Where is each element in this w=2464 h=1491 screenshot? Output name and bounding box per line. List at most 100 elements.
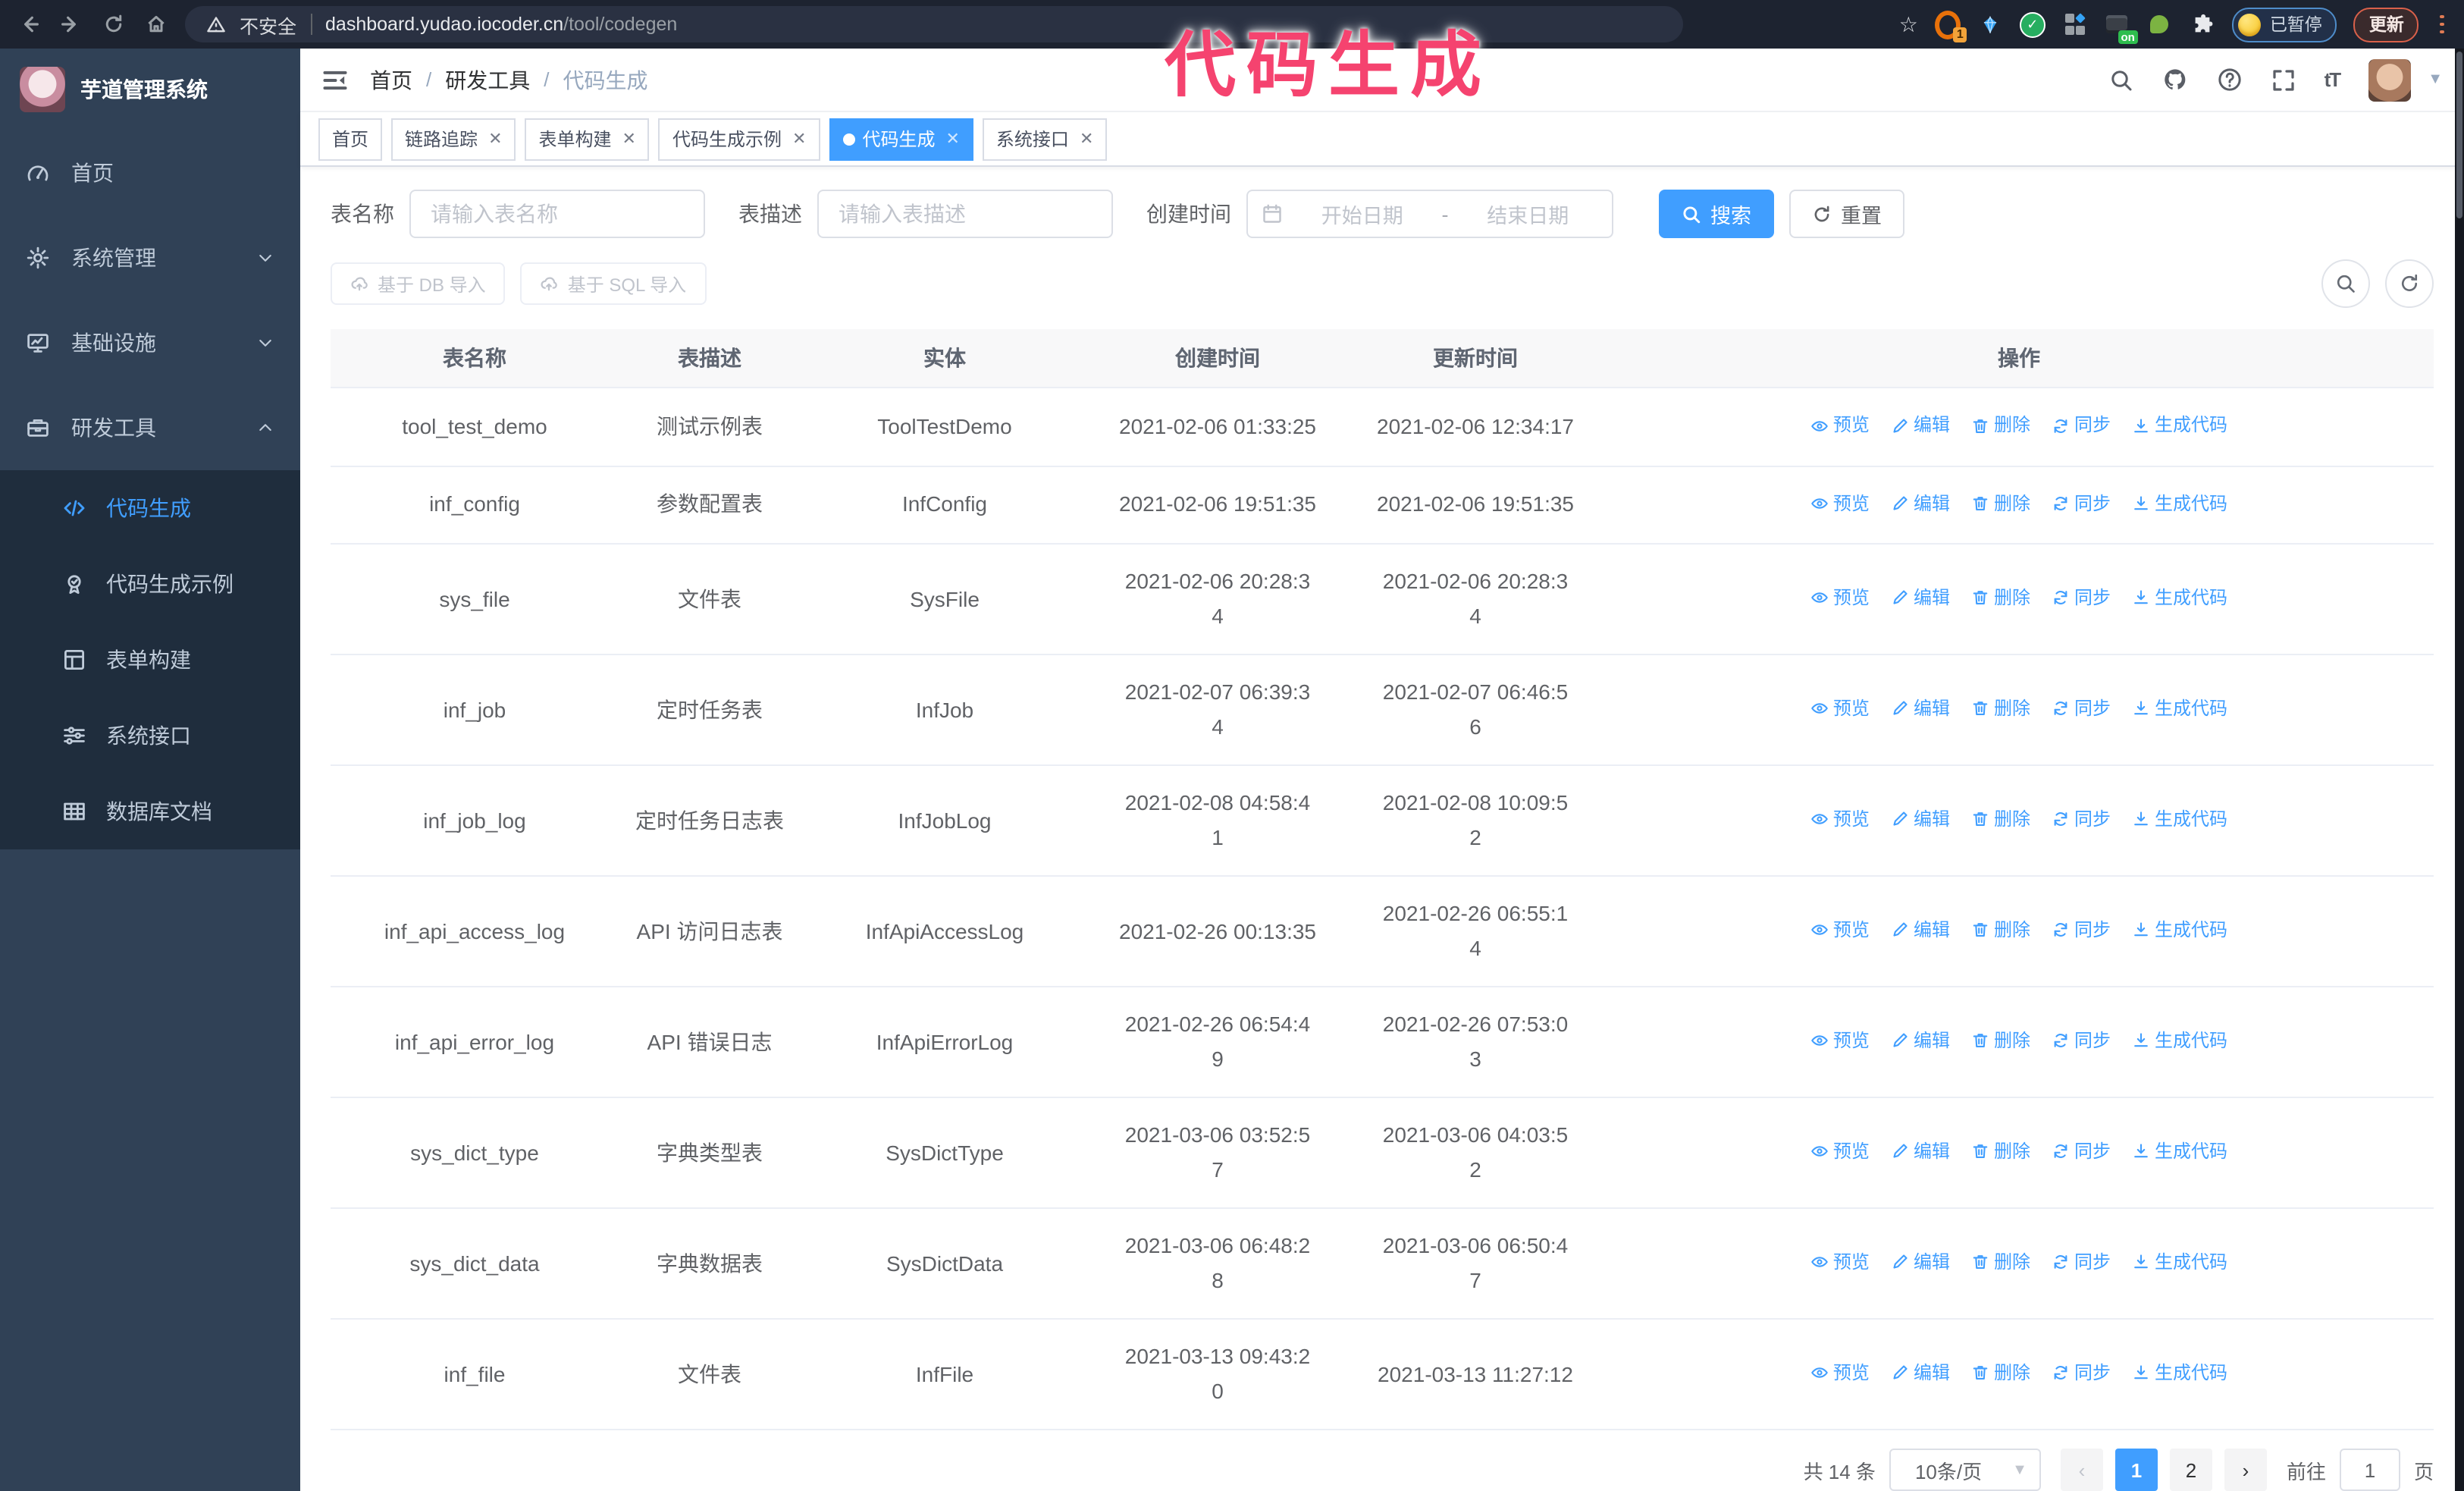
row-action-download[interactable]: 生成代码 (2132, 913, 2227, 948)
sidebar-subitem-1[interactable]: 代码生成示例 (0, 546, 300, 622)
row-action-sync[interactable]: 同步 (2052, 581, 2111, 616)
avatar[interactable] (2368, 58, 2412, 102)
header-search-icon[interactable] (2109, 67, 2133, 92)
close-icon[interactable]: ✕ (488, 129, 502, 149)
tab-3[interactable]: 代码生成示例 ✕ (658, 118, 820, 161)
sidebar-collapse-icon[interactable] (321, 66, 349, 93)
breadcrumb-devtools[interactable]: 研发工具 (445, 64, 530, 95)
search-button[interactable]: 搜索 (1659, 190, 1774, 238)
page-button-2[interactable]: 2 (2169, 1449, 2212, 1491)
row-action-download[interactable]: 生成代码 (2132, 408, 2227, 443)
reload-icon[interactable] (100, 14, 127, 35)
prev-page-button[interactable]: ‹ (2060, 1449, 2103, 1491)
row-action-eye[interactable]: 预览 (1810, 408, 1870, 443)
sidebar-subitem-2[interactable]: 表单构建 (0, 622, 300, 698)
extension-onoff-icon[interactable]: on (2105, 11, 2138, 43)
row-action-download[interactable]: 生成代码 (2132, 486, 2227, 521)
row-action-edit[interactable]: 编辑 (1891, 1024, 1950, 1059)
row-action-delete[interactable]: 删除 (1971, 1245, 2030, 1280)
row-action-delete[interactable]: 删除 (1971, 1356, 2030, 1391)
row-action-eye[interactable]: 预览 (1810, 581, 1870, 616)
fullscreen-icon[interactable] (2271, 67, 2296, 92)
page-scrollbar[interactable] (2455, 49, 2464, 1491)
row-action-delete[interactable]: 删除 (1971, 486, 2030, 521)
sidebar-item-0[interactable]: 首页 (0, 130, 300, 215)
row-action-delete[interactable]: 删除 (1971, 1135, 2030, 1169)
refresh-table-button[interactable] (2385, 259, 2434, 308)
sidebar-subitem-4[interactable]: 数据库文档 (0, 774, 300, 849)
forward-icon[interactable] (58, 14, 85, 35)
sidebar-subitem-0[interactable]: 代码生成 (0, 470, 300, 546)
app-logo[interactable]: 芋道管理系统 (0, 49, 300, 130)
extension-check-icon[interactable]: ✓ (2019, 11, 2045, 37)
row-action-download[interactable]: 生成代码 (2132, 692, 2227, 727)
date-range-picker[interactable]: 开始日期 - 结束日期 (1246, 190, 1613, 238)
bookmark-star-icon[interactable]: ☆ (1899, 11, 1918, 37)
close-icon[interactable]: ✕ (622, 129, 636, 149)
row-action-delete[interactable]: 删除 (1971, 913, 2030, 948)
extension-grid-icon[interactable] (2062, 11, 2088, 37)
import-sql-button[interactable]: 基于 SQL 导入 (520, 262, 707, 305)
row-action-eye[interactable]: 预览 (1810, 1135, 1870, 1169)
table-desc-input[interactable] (817, 190, 1113, 238)
reset-button[interactable]: 重置 (1789, 190, 1904, 238)
scrollbar-thumb[interactable] (2456, 52, 2462, 218)
row-action-download[interactable]: 生成代码 (2132, 1356, 2227, 1391)
row-action-edit[interactable]: 编辑 (1891, 913, 1950, 948)
extension-orange-icon[interactable]: 1 (1934, 10, 1967, 42)
page-button-1[interactable]: 1 (2114, 1449, 2158, 1491)
row-action-sync[interactable]: 同步 (2052, 1356, 2111, 1391)
url-bar[interactable]: 不安全 dashboard.yudao.iocoder.cn/tool/code… (185, 6, 1683, 42)
row-action-eye[interactable]: 预览 (1810, 486, 1870, 521)
help-icon[interactable] (2217, 67, 2243, 93)
toggle-search-button[interactable] (2321, 259, 2370, 308)
avatar-caret-icon[interactable]: ▼ (2428, 71, 2443, 88)
row-action-edit[interactable]: 编辑 (1891, 1135, 1950, 1169)
row-action-eye[interactable]: 预览 (1810, 692, 1870, 727)
extensions-puzzle-icon[interactable] (2190, 11, 2215, 37)
row-action-edit[interactable]: 编辑 (1891, 1245, 1950, 1280)
sidebar-subitem-3[interactable]: 系统接口 (0, 698, 300, 774)
table-name-input[interactable] (409, 190, 705, 238)
extension-gem-icon[interactable] (1977, 11, 2003, 37)
row-action-delete[interactable]: 删除 (1971, 408, 2030, 443)
tab-5[interactable]: 系统接口 ✕ (982, 118, 1108, 161)
sidebar-item-3[interactable]: 研发工具 (0, 385, 300, 470)
row-action-sync[interactable]: 同步 (2052, 913, 2111, 948)
row-action-eye[interactable]: 预览 (1810, 802, 1870, 837)
row-action-edit[interactable]: 编辑 (1891, 408, 1950, 443)
breadcrumb-home[interactable]: 首页 (370, 64, 412, 95)
row-action-delete[interactable]: 删除 (1971, 581, 2030, 616)
font-size-icon[interactable]: tT (2324, 68, 2342, 91)
tab-0[interactable]: 首页 (318, 118, 383, 161)
profile-chip[interactable]: 已暂停 (2231, 7, 2337, 42)
row-action-delete[interactable]: 删除 (1971, 692, 2030, 727)
extension-key-icon[interactable] (2147, 11, 2173, 37)
sidebar-item-2[interactable]: 基础设施 (0, 300, 300, 385)
row-action-sync[interactable]: 同步 (2052, 692, 2111, 727)
close-icon[interactable]: ✕ (1080, 129, 1093, 149)
row-action-eye[interactable]: 预览 (1810, 1024, 1870, 1059)
back-icon[interactable] (15, 14, 42, 35)
close-icon[interactable]: ✕ (945, 129, 959, 149)
row-action-eye[interactable]: 预览 (1810, 913, 1870, 948)
update-button[interactable]: 更新 (2353, 7, 2419, 42)
row-action-download[interactable]: 生成代码 (2132, 802, 2227, 837)
browser-menu-icon[interactable] (2436, 14, 2449, 34)
import-db-button[interactable]: 基于 DB 导入 (331, 262, 506, 305)
row-action-sync[interactable]: 同步 (2052, 1024, 2111, 1059)
home-icon[interactable] (143, 14, 170, 35)
row-action-sync[interactable]: 同步 (2052, 486, 2111, 521)
row-action-delete[interactable]: 删除 (1971, 802, 2030, 837)
page-size-select[interactable]: 10条/页 ▼ (1889, 1449, 2041, 1491)
row-action-sync[interactable]: 同步 (2052, 1245, 2111, 1280)
close-icon[interactable]: ✕ (792, 129, 806, 149)
next-page-button[interactable]: › (2224, 1449, 2267, 1491)
row-action-download[interactable]: 生成代码 (2132, 1135, 2227, 1169)
tab-2[interactable]: 表单构建 ✕ (525, 118, 650, 161)
row-action-edit[interactable]: 编辑 (1891, 1356, 1950, 1391)
github-icon[interactable] (2162, 67, 2188, 93)
row-action-delete[interactable]: 删除 (1971, 1024, 2030, 1059)
row-action-edit[interactable]: 编辑 (1891, 802, 1950, 837)
row-action-edit[interactable]: 编辑 (1891, 581, 1950, 616)
